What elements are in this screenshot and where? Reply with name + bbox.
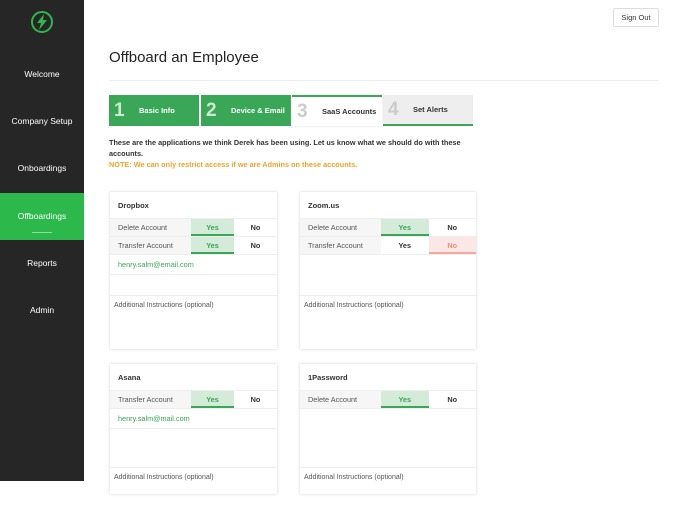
app-card-1password: 1Password Delete Account Yes No Additional… (300, 364, 476, 494)
sign-out-button[interactable]: Sign Out (613, 8, 659, 27)
card-title: 1Password (300, 364, 476, 391)
option-row: Delete Account Yes No (300, 391, 476, 409)
step-label: Set Alerts (413, 105, 448, 114)
row-label: Transfer Account (300, 237, 381, 254)
step-basic-info[interactable]: 1 Basic Info (109, 95, 199, 126)
option-row: Transfer Account Yes No (300, 237, 476, 255)
option-row: Delete Account Yes No (300, 219, 476, 237)
row-label: Transfer Account (110, 391, 191, 408)
divider (109, 80, 659, 81)
yes-button[interactable]: Yes (191, 237, 234, 254)
no-button[interactable]: No (429, 391, 477, 408)
app-card-dropbox: Dropbox Delete Account Yes No Transfer Acc… (110, 192, 277, 349)
step-label: Basic Info (139, 106, 175, 115)
sidebar: Welcome Company Setup Onboardings Offboa… (0, 0, 84, 481)
step-label: Device & Email (231, 106, 285, 115)
option-row: Transfer Account Yes No (110, 391, 277, 409)
card-title: Dropbox (110, 192, 277, 219)
no-button[interactable]: No (428, 237, 476, 254)
page-title: Offboard an Employee (109, 49, 259, 66)
app-card-zoom: Zoom.us Delete Account Yes No Transfer Acc… (300, 192, 476, 349)
no-button[interactable]: No (234, 219, 277, 236)
step-set-alerts[interactable]: 4 Set Alerts (383, 95, 473, 126)
card-title: Zoom.us (300, 192, 476, 219)
sidebar-item-admin[interactable]: Admin (0, 287, 84, 334)
option-row: Transfer Account Yes No (110, 237, 277, 255)
lightning-logo-icon[interactable] (30, 10, 54, 34)
row-label: Delete Account (110, 219, 191, 236)
yes-button[interactable]: Yes (381, 237, 429, 254)
admin-note: NOTE: We can only restrict access if we … (109, 160, 358, 169)
step-number: 4 (388, 98, 399, 120)
intro-text: These are the applications we think Dere… (109, 137, 489, 170)
app-card-asana: Asana Transfer Account Yes No henry.salm@m… (110, 364, 277, 494)
card-title: Asana (110, 364, 277, 391)
sidebar-item-offboardings[interactable]: Offboardings (0, 193, 84, 240)
sidebar-item-onboardings[interactable]: Onboardings (0, 145, 84, 192)
step-number: 2 (206, 99, 217, 121)
blank-row (300, 255, 476, 296)
sidebar-item-reports[interactable]: Reports (0, 240, 84, 287)
row-label: Transfer Account (110, 237, 191, 254)
blank-row (300, 409, 476, 468)
step-saas-accounts[interactable]: 3 SaaS Accounts (292, 95, 382, 126)
yes-button[interactable]: Yes (381, 219, 429, 236)
step-number: 1 (114, 99, 125, 121)
transfer-email[interactable]: henry.salm@email.com (110, 255, 277, 275)
transfer-email[interactable]: henry.salm@mail.com (110, 409, 277, 429)
yes-button[interactable]: Yes (381, 391, 429, 408)
option-row: Delete Account Yes No (110, 219, 277, 237)
yes-button[interactable]: Yes (191, 391, 234, 408)
instructions-input[interactable]: Additional Instructions (optional) (110, 468, 277, 521)
instructions-input[interactable]: Additional Instructions (optional) (110, 296, 277, 349)
instructions-input[interactable]: Additional Instructions (optional) (300, 468, 476, 521)
blank-row (110, 275, 277, 296)
yes-button[interactable]: Yes (191, 219, 234, 236)
step-device-email[interactable]: 2 Device & Email (201, 95, 291, 126)
step-label: SaaS Accounts (322, 107, 377, 116)
blank-row (110, 429, 277, 468)
step-number: 3 (297, 100, 308, 122)
row-label: Delete Account (300, 391, 381, 408)
sidebar-item-welcome[interactable]: Welcome (0, 51, 84, 98)
sidebar-item-company-setup[interactable]: Company Setup (0, 98, 84, 145)
no-button[interactable]: No (234, 237, 277, 254)
row-label: Delete Account (300, 219, 381, 236)
intro: These are the applications we think Dere… (109, 138, 461, 158)
instructions-input[interactable]: Additional Instructions (optional) (300, 296, 476, 349)
no-button[interactable]: No (429, 219, 477, 236)
no-button[interactable]: No (234, 391, 277, 408)
